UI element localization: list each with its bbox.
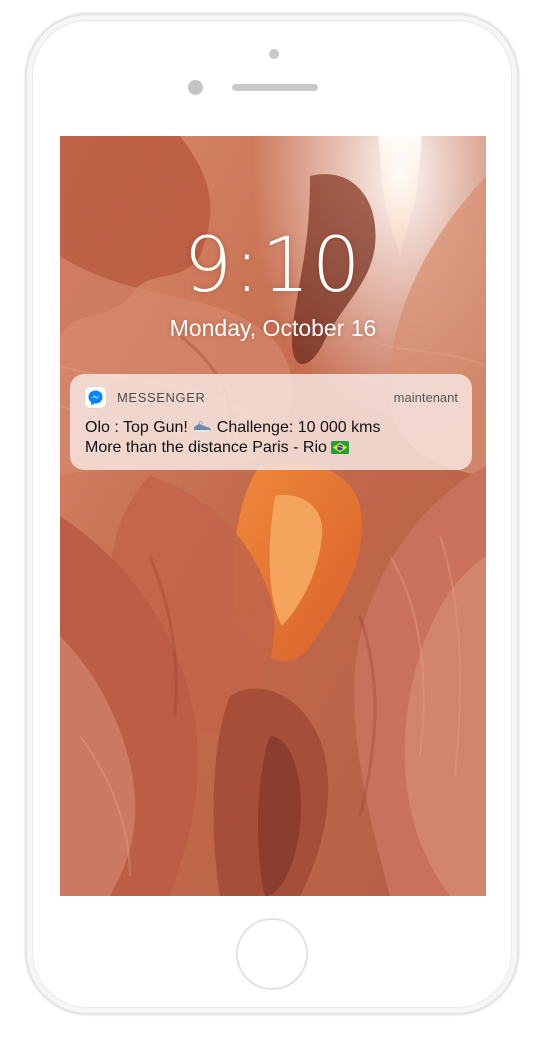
lock-screen[interactable]: 9:10 Monday, October 16 MESSENGER mainte… [60, 136, 486, 896]
running-shoe-icon [192, 418, 212, 440]
brazil-flag-icon [331, 440, 350, 460]
proximity-sensor [188, 80, 203, 95]
lock-screen-time: 9:10 [183, 220, 363, 309]
notification-challenge-text: Challenge: 10 000 kms [216, 419, 381, 436]
earpiece-speaker [232, 84, 318, 91]
messenger-notification[interactable]: MESSENGER maintenant Olo : Top Gun! Chal… [70, 374, 472, 470]
notification-distance-text: More than the distance Paris - Rio [85, 439, 327, 456]
notification-sender-title: Olo : Top Gun! [85, 419, 188, 436]
notification-message-line-1: Olo : Top Gun! Challenge: 10 000 kms [85, 418, 380, 440]
notification-message-line-2: More than the distance Paris - Rio [85, 438, 350, 460]
home-button[interactable] [236, 918, 308, 990]
messenger-icon [85, 387, 106, 408]
notification-app-name: MESSENGER [117, 390, 206, 405]
front-camera [269, 49, 279, 59]
phone-frame: 9:10 Monday, October 16 MESSENGER mainte… [26, 14, 518, 1014]
notification-timestamp: maintenant [393, 390, 458, 405]
lock-screen-date: Monday, October 16 [169, 315, 377, 341]
